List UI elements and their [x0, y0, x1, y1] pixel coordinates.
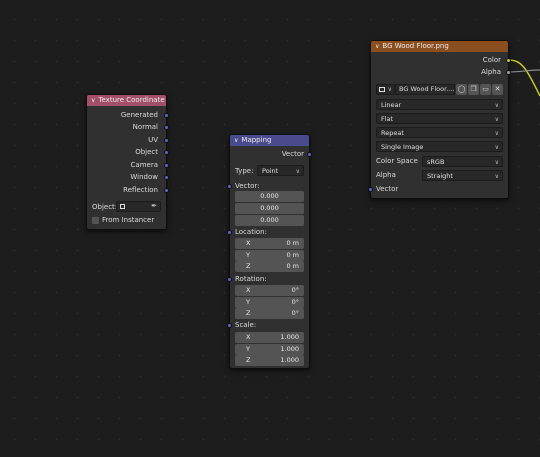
scale-x-field[interactable]: X 1.000 — [235, 332, 304, 343]
texture-coordinate-node[interactable]: ∨ Texture Coordinate Generated Normal UV… — [86, 94, 169, 230]
output-reflection: Reflection — [123, 186, 158, 194]
location-y-field[interactable]: Y0 m — [235, 250, 304, 261]
input-socket-vector[interactable] — [368, 187, 373, 192]
image-browse-button[interactable]: ∨ — [376, 84, 395, 95]
mapping-header[interactable]: ∨ Mapping — [230, 135, 309, 146]
vector-label: Vector: — [235, 182, 260, 190]
rotation-x-field[interactable]: X 0° — [235, 285, 304, 296]
chevron-down-icon: ∨ — [387, 86, 392, 93]
color-space-label: Color Space — [376, 157, 418, 165]
projection-dropdown[interactable]: Flat ∨ — [376, 113, 503, 124]
type-label: Type: — [235, 167, 254, 175]
duplicate-image-icon[interactable]: ❐ — [468, 84, 479, 95]
object-field[interactable]: ✒ — [116, 201, 161, 212]
chevron-down-icon: ∨ — [295, 168, 300, 175]
vector-z-field[interactable]: 0.000 — [235, 215, 304, 226]
location-z-field[interactable]: Z0 m — [235, 261, 304, 272]
output-uv: UV — [148, 136, 158, 144]
output-socket-color[interactable] — [506, 58, 511, 63]
node-title: BG Wood Floor.png — [382, 42, 449, 50]
output-socket-alpha[interactable] — [506, 70, 511, 75]
input-socket-scale[interactable] — [227, 323, 232, 328]
image-icon — [379, 87, 385, 92]
alpha-mode-label: Alpha — [376, 171, 396, 179]
output-object: Object — [135, 148, 158, 156]
from-instancer-label: From Instancer — [102, 216, 155, 224]
chevron-down-icon: ∨ — [494, 173, 499, 180]
type-value: Point — [262, 167, 279, 175]
output-socket-normal[interactable] — [164, 125, 169, 130]
input-socket-vector[interactable] — [227, 184, 232, 189]
vector-x-field[interactable]: 0.000 — [235, 191, 304, 202]
node-title: Texture Coordinate — [98, 96, 165, 104]
eyedropper-icon[interactable]: ✒ — [151, 202, 157, 210]
output-socket-reflection[interactable] — [164, 188, 169, 193]
image-texture-node[interactable]: ∨ BG Wood Floor.png Color Alpha ∨ BG Woo… — [368, 40, 511, 199]
output-socket-camera[interactable] — [164, 163, 169, 168]
type-dropdown[interactable]: Point ∨ — [257, 165, 304, 176]
output-vector: Vector — [281, 150, 304, 158]
object-label: Object: — [92, 203, 118, 211]
object-cube-icon — [120, 204, 125, 209]
rotation-label: Rotation: — [235, 275, 267, 283]
image-name-field[interactable]: BG Wood Floor.... — [395, 84, 455, 95]
output-socket-uv[interactable] — [164, 138, 169, 143]
output-socket-object[interactable] — [164, 150, 169, 155]
scale-z-field[interactable]: Z 1.000 — [235, 355, 304, 366]
color-space-dropdown[interactable]: sRGB ∨ — [422, 156, 503, 167]
rotation-z-field[interactable]: Z 0° — [235, 308, 304, 319]
extension-dropdown[interactable]: Repeat ∨ — [376, 127, 503, 138]
fake-user-shield-icon[interactable]: ◯ — [456, 84, 467, 95]
output-generated: Generated — [120, 111, 158, 119]
location-x-field[interactable]: X0 m — [235, 238, 304, 249]
chevron-down-icon: ∨ — [494, 159, 499, 166]
image-texture-header[interactable]: ∨ BG Wood Floor.png — [371, 41, 508, 52]
output-normal: Normal — [132, 123, 158, 131]
output-camera: Camera — [130, 161, 158, 169]
chevron-down-icon: ∨ — [494, 102, 499, 109]
node-title: Mapping — [241, 136, 272, 144]
output-socket-window[interactable] — [164, 175, 169, 180]
chevron-down-icon: ∨ — [494, 144, 499, 151]
interpolation-dropdown[interactable]: Linear ∨ — [376, 99, 503, 110]
input-socket-location[interactable] — [227, 230, 232, 235]
texture-coordinate-header[interactable]: ∨ Texture Coordinate — [87, 95, 166, 106]
scale-label: Scale: — [235, 321, 257, 329]
alpha-mode-dropdown[interactable]: Straight ∨ — [422, 170, 503, 181]
rotation-y-field[interactable]: Y 0° — [235, 297, 304, 308]
from-instancer-checkbox[interactable] — [92, 217, 99, 224]
output-window: Window — [130, 173, 158, 181]
collapse-chevron-icon[interactable]: ∨ — [375, 41, 379, 52]
input-vector-label: Vector — [376, 185, 399, 193]
vector-y-field[interactable]: 0.000 — [235, 203, 304, 214]
chevron-down-icon: ∨ — [494, 130, 499, 137]
open-folder-icon[interactable]: ▭ — [480, 84, 491, 95]
unlink-close-icon[interactable]: ✕ — [492, 84, 503, 95]
source-dropdown[interactable]: Single Image ∨ — [376, 141, 503, 152]
output-color: Color — [482, 56, 501, 64]
collapse-chevron-icon[interactable]: ∨ — [234, 135, 238, 146]
input-socket-rotation[interactable] — [227, 277, 232, 282]
output-socket-generated[interactable] — [164, 113, 169, 118]
scale-y-field[interactable]: Y 1.000 — [235, 344, 304, 355]
chevron-down-icon: ∨ — [494, 116, 499, 123]
output-socket-vector[interactable] — [307, 152, 312, 157]
location-label: Location: — [235, 228, 267, 236]
collapse-chevron-icon[interactable]: ∨ — [91, 95, 95, 106]
mapping-node[interactable]: ∨ Mapping Vector Type: Point ∨ Vector: 0… — [227, 134, 312, 369]
output-alpha: Alpha — [481, 68, 501, 76]
